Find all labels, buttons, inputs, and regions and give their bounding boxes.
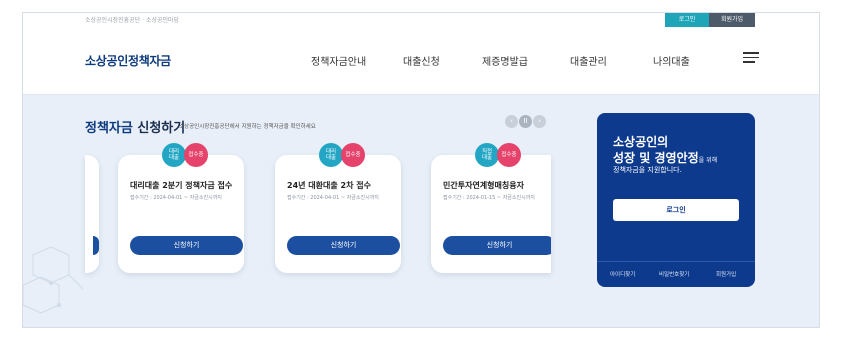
fund-card[interactable]: 대리 대출 접수중 24년 대환대출 2차 접수 접수기간 : 2024-04-… (275, 143, 401, 273)
section-title-rest: 신청하기 (132, 121, 186, 136)
nav-certificate-issue[interactable]: 제증명발급 (482, 53, 528, 68)
hexagon-decoration-icon (23, 246, 83, 314)
section-subtitle: 소상공인시장진흥공단에서 지원하는 정책자금을 확인하세요 (179, 124, 316, 130)
fund-card[interactable]: 민간투자연계형매칭융자 접수기간 : 2024-01-15 ~ 자금소진시까지 … (431, 155, 551, 273)
status-badge: 접수중 (497, 143, 521, 167)
card-period: 접수기간 : 2024-04-01 ~ 자금소진시까지 (130, 195, 222, 201)
carousel-controls: ‹ II › (505, 115, 547, 129)
apply-button[interactable]: 신청하기 (443, 236, 551, 255)
site-header: 소상공인정책자금 정책자금안내 대출신청 제증명발급 대출관리 나의대출 (23, 29, 819, 95)
main-content: 정책자금 신청하기 소상공인시장진흥공단에서 지원하는 정책자금을 확인하세요 … (23, 95, 819, 327)
site-logo[interactable]: 소상공인정책자금 (85, 52, 171, 69)
member-login-panel: 소상공인의 성장 및 경영안정을 위해 정책자금을 지원합니다. 로그인 아이디… (597, 113, 755, 287)
panel-heading-small: 을 위해 (698, 157, 718, 164)
section-title-highlight: 정책자금 (85, 121, 133, 136)
loan-type-badge: 대리 대출 (162, 143, 186, 167)
previous-card-apply-button[interactable] (93, 236, 99, 255)
find-id-link[interactable]: 아이디찾기 (610, 270, 635, 278)
carousel-prev-icon[interactable]: ‹ (505, 115, 518, 128)
nav-loan-management[interactable]: 대출관리 (570, 53, 607, 68)
card-title: 대리대출 2분기 정책자금 접수 (130, 181, 233, 190)
previous-card-edge[interactable] (85, 155, 99, 273)
panel-heading-line1: 소상공인의 (613, 135, 669, 149)
carousel-next-icon[interactable]: › (533, 115, 546, 128)
card-period: 접수기간 : 2024-01-15 ~ 자금소진시까지 (443, 195, 535, 201)
top-login-button[interactable]: 로그인 (665, 13, 709, 27)
hamburger-menu-icon[interactable] (743, 52, 759, 64)
panel-heading-line2: 성장 및 경영안정을 위해 (613, 149, 717, 166)
loan-type-badge: 대리 대출 (319, 143, 343, 167)
utility-breadcrumb[interactable]: 소상공인시장진흥공단 · 소상공인마당 (85, 15, 179, 24)
carousel-pause-icon[interactable]: II (519, 115, 532, 128)
top-utility-bar: 소상공인시장진흥공단 · 소상공인마당 로그인 회원가입 (23, 13, 819, 29)
card-title: 24년 대환대출 2차 접수 (287, 181, 371, 190)
browser-viewport: 소상공인시장진흥공단 · 소상공인마당 로그인 회원가입 소상공인정책자금 정책… (22, 12, 820, 328)
apply-button[interactable]: 신청하기 (287, 236, 400, 255)
status-badge: 접수중 (341, 143, 365, 167)
panel-links: 아이디찾기 비밀번호찾기 회원가입 (597, 261, 755, 287)
nav-policy-fund-guide[interactable]: 정책자금안내 (311, 53, 366, 68)
section-title: 정책자금 신청하기 (85, 117, 185, 136)
panel-heading-bold: 성장 및 경영안정 (613, 151, 699, 165)
card-title: 민간투자연계형매칭융자 (443, 181, 524, 190)
nav-loan-application[interactable]: 대출신청 (403, 53, 440, 68)
top-join-button[interactable]: 회원가입 (709, 13, 755, 27)
panel-login-button[interactable]: 로그인 (613, 199, 739, 221)
signup-link[interactable]: 회원가입 (716, 270, 736, 278)
loan-type-badge: 직접 대출 (475, 143, 499, 167)
panel-subtext: 정책자금을 지원합니다. (613, 166, 682, 174)
apply-button[interactable]: 신청하기 (130, 236, 243, 255)
fund-card[interactable]: 대리 대출 접수중 대리대출 2분기 정책자금 접수 접수기간 : 2024-0… (118, 143, 244, 273)
find-password-link[interactable]: 비밀번호찾기 (659, 270, 689, 278)
status-badge: 접수중 (184, 143, 208, 167)
card-period: 접수기간 : 2024-04-01 ~ 자금소진시까지 (287, 195, 379, 201)
nav-my-loan[interactable]: 나의대출 (653, 53, 690, 68)
